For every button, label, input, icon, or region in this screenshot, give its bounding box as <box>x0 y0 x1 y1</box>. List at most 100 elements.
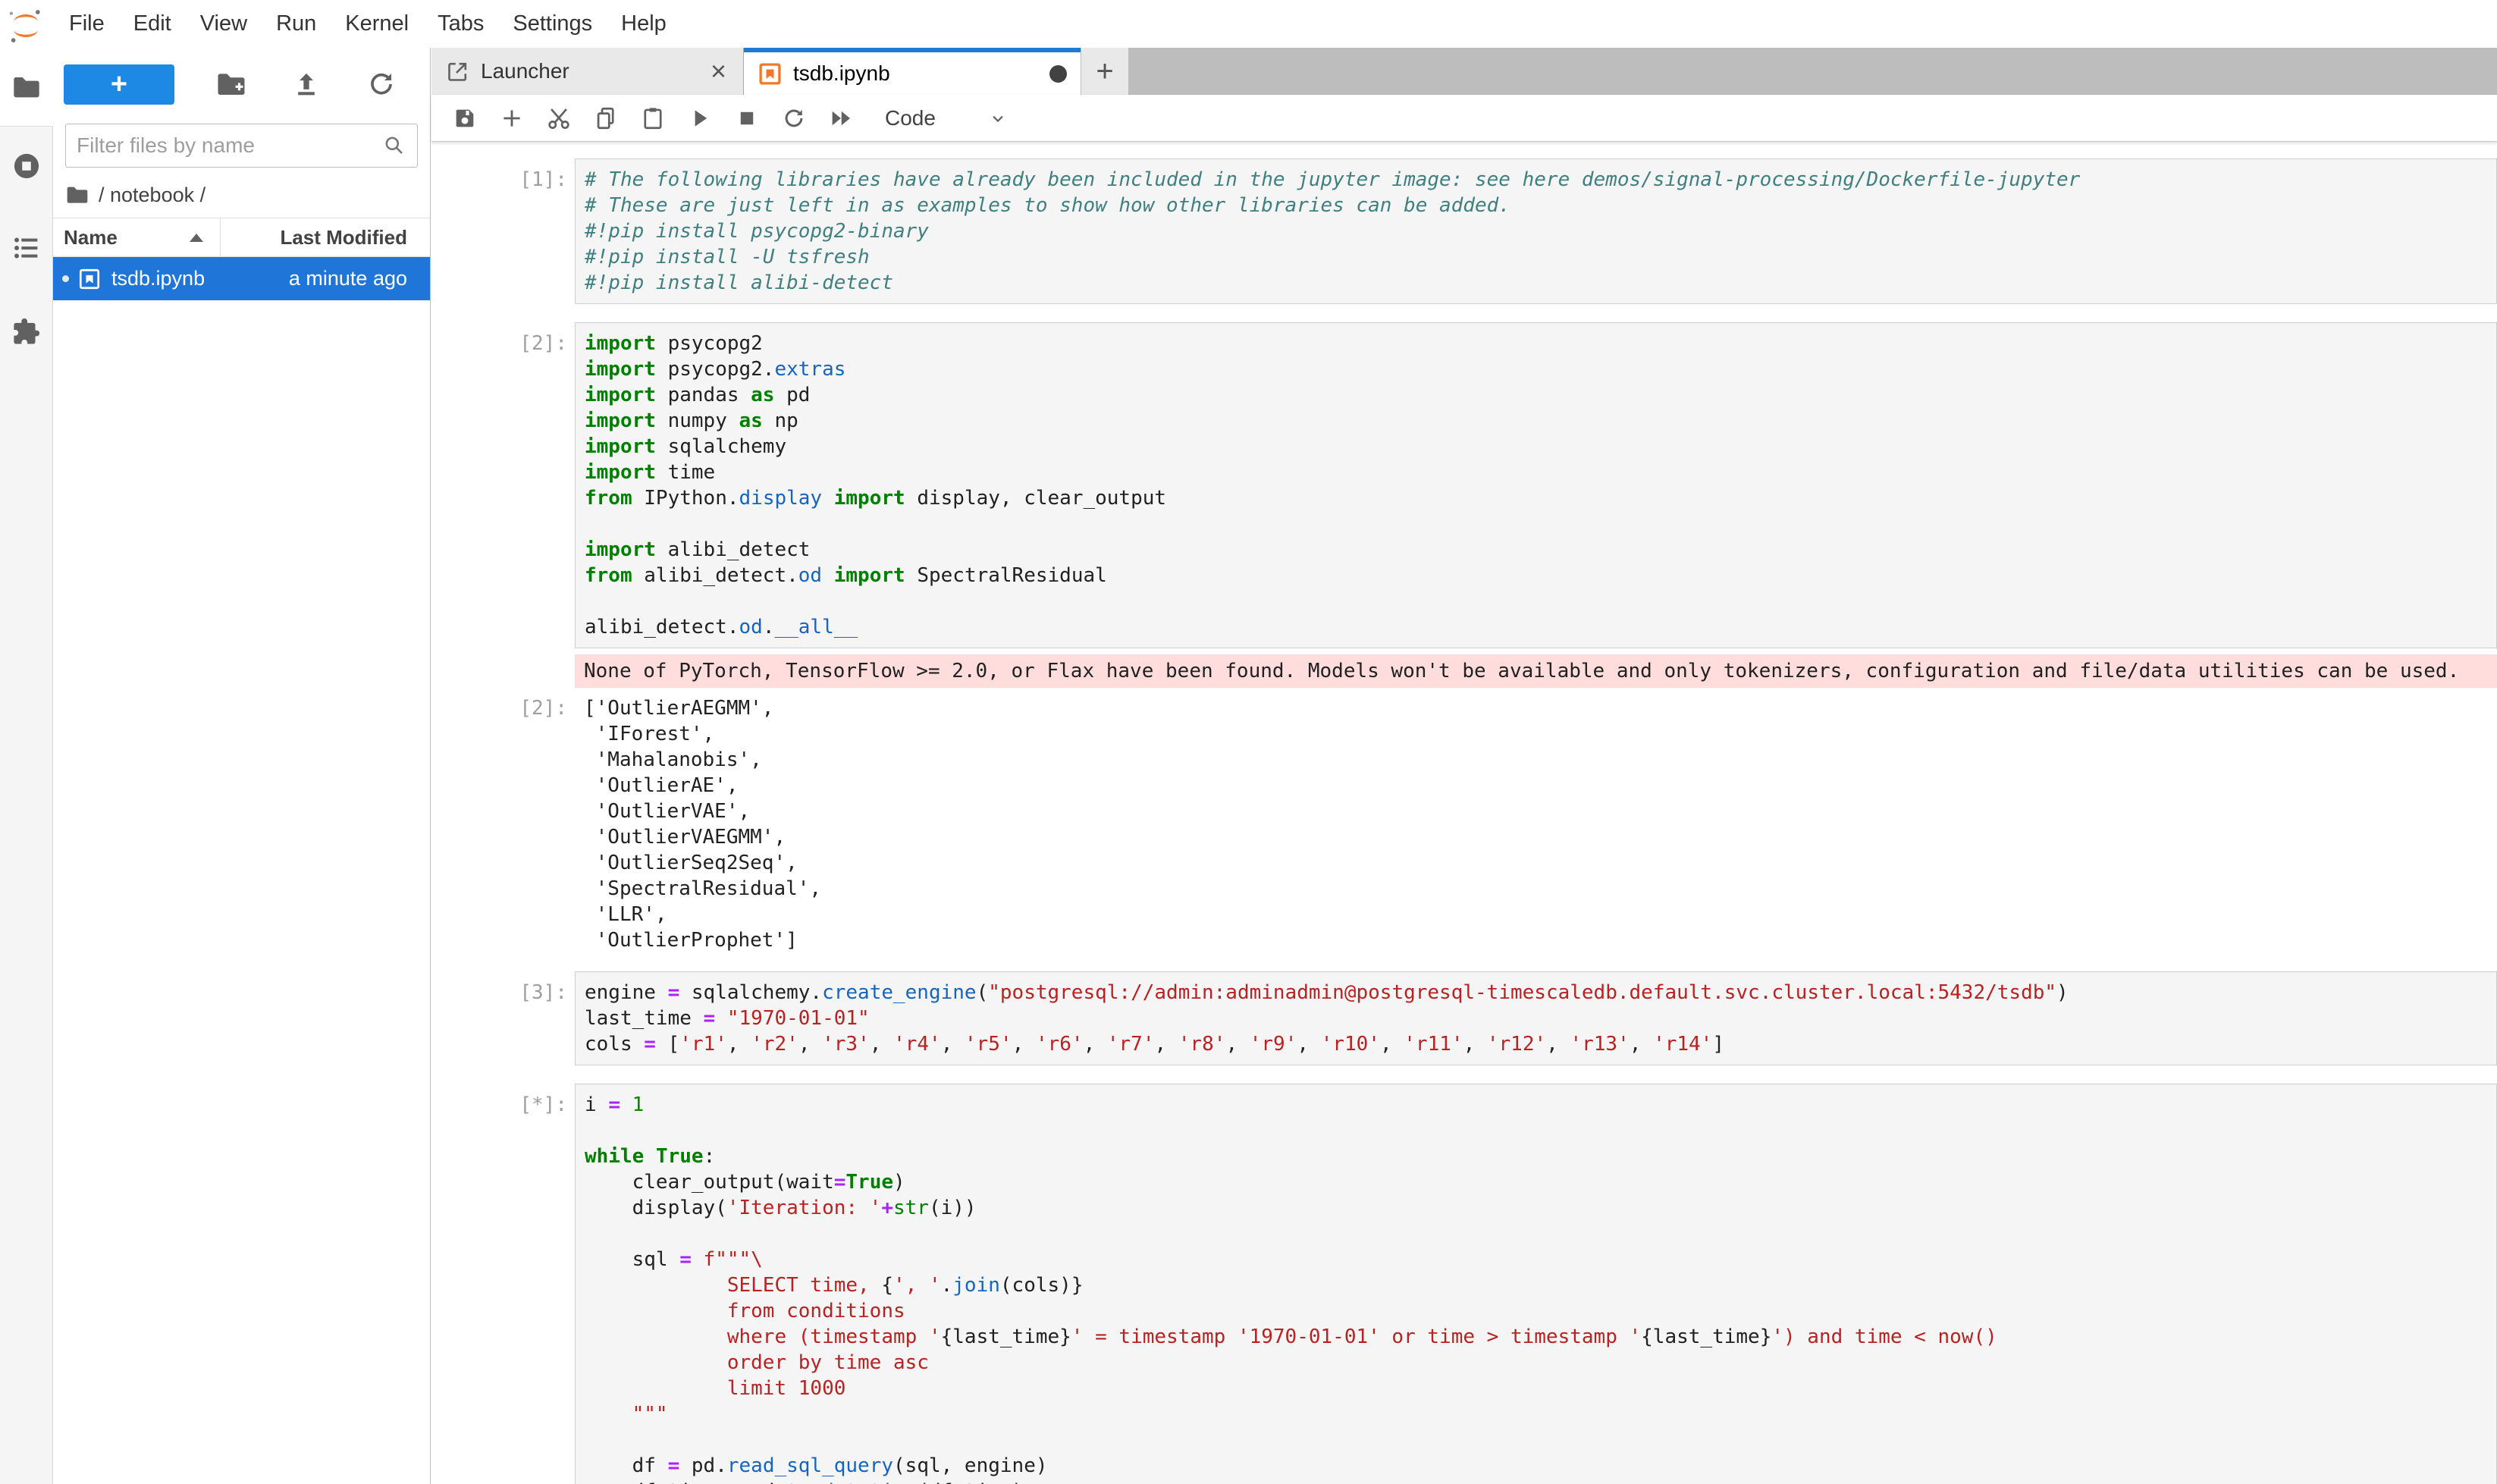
menu-file[interactable]: File <box>55 0 119 48</box>
output-text: ['OutlierAEGMM', 'IForest', 'Mahalanobis… <box>575 688 2497 953</box>
file-filter-placeholder: Filter files by name <box>77 133 382 158</box>
sidebar-tab-toc[interactable] <box>0 232 52 264</box>
code-text: engine = sqlalchemy.create_engine("postg… <box>585 980 2496 1057</box>
code-text: import psycopg2 import psycopg2.extras i… <box>585 331 2496 640</box>
cell-input-area: [2]: import psycopg2 import psycopg2.extr… <box>463 322 2497 648</box>
stderr-warning: None of PyTorch, TensorFlow >= 2.0, or F… <box>575 654 2497 688</box>
tab-launcher[interactable]: Launcher × <box>431 48 744 95</box>
refresh-button[interactable] <box>363 66 400 102</box>
file-row-selected[interactable]: tsdb.ipynb a minute ago <box>53 257 430 300</box>
cell-type-dropdown-arrow[interactable] <box>983 103 1013 133</box>
code-cell[interactable]: [1]:# The following libraries have alrea… <box>463 158 2497 304</box>
file-browser-panel: + Filter files by name <box>53 48 431 1484</box>
notebook-toolbar: Code <box>431 95 2497 142</box>
unsaved-changes-icon[interactable] <box>1049 65 1067 83</box>
close-icon[interactable]: × <box>707 58 729 85</box>
code-editor[interactable]: import psycopg2 import psycopg2.extras i… <box>575 322 2497 648</box>
breadcrumb-path: / notebook / <box>99 184 205 207</box>
cell-input-area: [*]: i = 1 while True: clear_output(wait=… <box>463 1084 2497 1484</box>
plus-icon <box>499 105 525 131</box>
code-cell[interactable]: [3]: engine = sqlalchemy.create_engine("p… <box>463 971 2497 1065</box>
tab-bar: Launcher × tsdb.ipynb + <box>431 48 2497 95</box>
tab-tsdb-notebook[interactable]: tsdb.ipynb <box>744 48 1081 95</box>
menu-edit[interactable]: Edit <box>119 0 186 48</box>
stop-button[interactable] <box>732 103 762 133</box>
save-button[interactable] <box>450 103 480 133</box>
code-editor[interactable]: # The following libraries have already b… <box>575 158 2497 304</box>
cut-icon <box>546 105 572 131</box>
menu-help[interactable]: Help <box>607 0 681 48</box>
sidebar-tab-extensions[interactable] <box>0 315 52 347</box>
input-prompt: [*]: <box>463 1084 575 1118</box>
menu-view[interactable]: View <box>186 0 262 48</box>
file-browser-toolbar: + <box>53 48 430 121</box>
refresh-icon <box>366 69 397 99</box>
output-prompt: [2]: <box>463 688 575 721</box>
search-icon <box>382 133 406 158</box>
run-all-icon <box>828 105 854 131</box>
table-of-contents-icon <box>11 232 42 264</box>
notebook-icon <box>758 61 783 86</box>
upload-icon <box>291 69 322 99</box>
code-editor[interactable]: engine = sqlalchemy.create_engine("postg… <box>575 971 2497 1065</box>
input-prompt: [3]: <box>463 971 575 1006</box>
cut-button[interactable] <box>544 103 574 133</box>
new-tab-button[interactable]: + <box>1081 48 1128 95</box>
insert-cell-button[interactable] <box>497 103 527 133</box>
chevron-down-icon <box>987 108 1009 129</box>
activity-bar <box>0 48 53 1484</box>
file-filter-input[interactable]: Filter files by name <box>65 124 418 168</box>
notebook-file-icon <box>77 267 102 291</box>
upload-button[interactable] <box>288 66 325 102</box>
tab-label: tsdb.ipynb <box>793 61 1049 86</box>
column-header-last-modified[interactable]: Last Modified <box>221 226 430 249</box>
notebook-cells: [1]:# The following libraries have alrea… <box>463 158 2497 1484</box>
stop-icon <box>734 105 760 131</box>
input-prompt: [1]: <box>463 158 575 193</box>
tab-label: Launcher <box>481 59 707 83</box>
menu-kernel[interactable]: Kernel <box>331 0 423 48</box>
folder-icon <box>11 72 42 102</box>
cell-output-area: [2]: ['OutlierAEGMM', 'IForest', 'Mahalan… <box>463 688 2497 953</box>
new-folder-icon <box>215 68 247 100</box>
paste-icon <box>640 105 666 131</box>
output-pre: ['OutlierAEGMM', 'IForest', 'Mahalanobis… <box>584 695 2497 953</box>
menu-settings[interactable]: Settings <box>498 0 607 48</box>
launcher-icon <box>445 59 470 84</box>
code-text: i = 1 while True: clear_output(wait=True… <box>585 1092 2496 1484</box>
copy-icon <box>593 105 619 131</box>
breadcrumb[interactable]: / notebook / <box>53 168 430 218</box>
column-header-name[interactable]: Name <box>53 218 221 256</box>
jupyter-logo-icon <box>8 8 44 44</box>
sort-ascending-icon <box>190 234 203 242</box>
extensions-puzzle-icon <box>11 315 42 347</box>
input-prompt: [2]: <box>463 322 575 356</box>
menu-bar: FileEditViewRunKernelTabsSettingsHelp <box>0 0 2497 48</box>
file-list-header: Name Last Modified <box>53 218 430 257</box>
file-modified: a minute ago <box>205 267 430 290</box>
plus-icon: + <box>111 70 127 99</box>
running-kernels-icon <box>11 150 42 182</box>
menubar-items: FileEditViewRunKernelTabsSettingsHelp <box>55 0 681 48</box>
cell-input-area: [3]: engine = sqlalchemy.create_engine("p… <box>463 971 2497 1065</box>
running-kernel-dot-icon <box>62 275 69 282</box>
run-icon <box>687 105 713 131</box>
new-folder-button[interactable] <box>213 66 249 102</box>
menu-run[interactable]: Run <box>262 0 331 48</box>
code-cell[interactable]: [2]: import psycopg2 import psycopg2.extr… <box>463 322 2497 953</box>
run-button[interactable] <box>685 103 715 133</box>
copy-button[interactable] <box>591 103 621 133</box>
code-editor[interactable]: i = 1 while True: clear_output(wait=True… <box>575 1084 2497 1484</box>
sidebar-tab-filebrowser[interactable] <box>0 48 53 127</box>
main-dock-panel: Launcher × tsdb.ipynb + <box>431 48 2497 1484</box>
sidebar-tab-running[interactable] <box>0 150 52 182</box>
cell-type-dropdown[interactable]: Code <box>885 106 936 130</box>
menu-tabs[interactable]: Tabs <box>423 0 498 48</box>
restart-kernel-button[interactable] <box>779 103 809 133</box>
run-all-button[interactable] <box>826 103 856 133</box>
notebook-scroll-area[interactable]: [1]:# The following libraries have alrea… <box>431 142 2497 1484</box>
paste-button[interactable] <box>638 103 668 133</box>
home-folder-icon <box>65 183 89 207</box>
new-launcher-button[interactable]: + <box>64 64 174 105</box>
code-cell[interactable]: [*]: i = 1 while True: clear_output(wait=… <box>463 1084 2497 1484</box>
